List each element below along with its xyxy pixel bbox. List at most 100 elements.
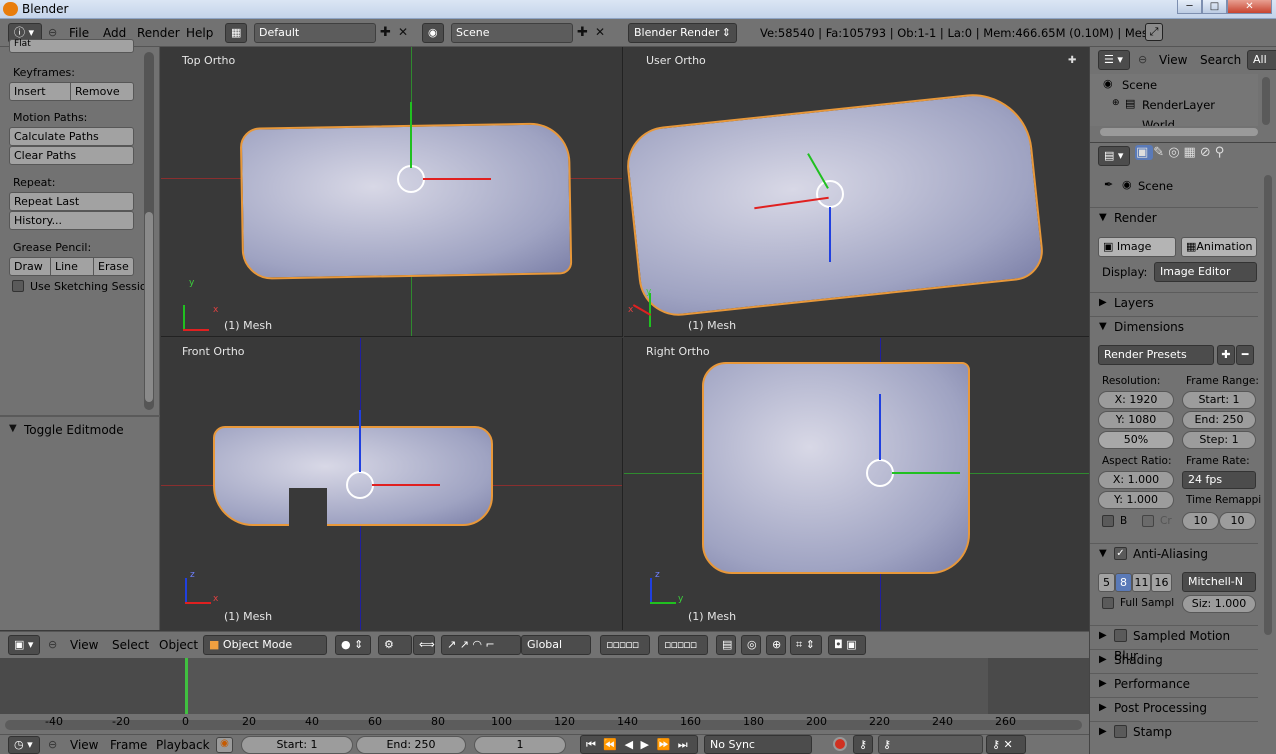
pivot-point-dropdown[interactable]: ⚙ (378, 635, 412, 655)
render-presets-dropdown[interactable]: Render Presets (1098, 345, 1214, 365)
border-checkbox[interactable] (1102, 515, 1114, 527)
render-image-button[interactable]: ▣ Image (1098, 237, 1176, 257)
outliner-hscrollbar[interactable] (1100, 128, 1258, 136)
insert-delete-keyframe-icons[interactable]: ⚷ ✕ (986, 735, 1026, 754)
viewport-right-ortho[interactable]: Right Ortho y z (1) Mesh (624, 338, 1089, 630)
pin-icon[interactable]: ✒ (1104, 178, 1113, 191)
properties-scrollbar[interactable] (1264, 175, 1272, 635)
scene-icon[interactable]: ◉ (422, 23, 444, 43)
full-sample-checkbox[interactable] (1102, 597, 1114, 609)
resolution-percent-field[interactable]: 50% (1098, 431, 1174, 449)
3d-cursor[interactable] (866, 459, 894, 487)
flat-button[interactable]: Flat (9, 39, 134, 53)
screen-layout-icon[interactable]: ▦ (225, 23, 247, 43)
menu-playback[interactable]: Playback (156, 738, 210, 752)
outliner-filter-dropdown[interactable]: All Sc (1247, 50, 1276, 70)
layers-grid[interactable]: ▫▫▫▫▫ (600, 635, 650, 655)
display-dropdown[interactable]: Image Editor (1154, 262, 1257, 282)
z-manipulator-arrow[interactable] (829, 207, 831, 262)
menu-select[interactable]: Select (112, 638, 149, 652)
timeline-ruler[interactable]: -40 -20 0 20 40 60 80 100 120 140 160 18… (0, 714, 1089, 734)
menu-search[interactable]: Search (1200, 53, 1241, 67)
minimize-button[interactable]: ─ (1177, 0, 1202, 14)
timeline-area[interactable] (0, 658, 1089, 714)
scene-name-field[interactable]: Scene (451, 23, 573, 43)
aa-samples-8[interactable]: 8 (1115, 573, 1132, 592)
current-frame-marker[interactable] (185, 658, 188, 714)
3d-cursor[interactable] (816, 180, 844, 208)
maximize-button[interactable]: □ (1202, 0, 1227, 14)
motion-blur-checkbox[interactable] (1114, 629, 1127, 642)
menu-help[interactable]: Help (186, 26, 213, 40)
mode-dropdown[interactable]: ■ Object Mode (203, 635, 327, 655)
resolution-y-field[interactable]: Y: 1080 (1098, 411, 1174, 429)
dimensions-panel-header[interactable]: ▼ Dimensions (1090, 316, 1258, 338)
render-preview-icon[interactable]: ◘ ▣ (828, 635, 866, 655)
viewport-top-ortho[interactable]: Top Ortho y x (1) Mesh (161, 47, 623, 337)
snap-element-dropdown[interactable]: ⌗ ⇕ (790, 635, 822, 655)
filter-size-field[interactable]: Siz: 1.000 (1182, 595, 1256, 613)
viewport-user-ortho[interactable]: User Ortho ✚ y x (1) Mesh (624, 47, 1089, 337)
collapse-icon[interactable]: ⊖ (1138, 53, 1147, 66)
expand-triangle-icon[interactable]: ▼ (9, 423, 17, 434)
anti-aliasing-checkbox[interactable]: ✓ (1114, 547, 1127, 560)
draw-button[interactable]: Draw (9, 257, 51, 276)
crop-checkbox[interactable] (1142, 515, 1154, 527)
calculate-paths-button[interactable]: Calculate Paths (9, 127, 134, 146)
aa-samples-11[interactable]: 11 (1132, 573, 1151, 592)
remove-scene-icon[interactable]: ✕ (595, 25, 605, 39)
anti-aliasing-panel-header[interactable]: ▼ ✓ Anti-Aliasing (1090, 543, 1258, 565)
editor-type-properties-icon[interactable]: ▤ ▾ (1098, 146, 1130, 166)
sketching-checkbox[interactable] (12, 280, 24, 292)
y-manipulator-arrow[interactable] (892, 472, 960, 474)
outliner-vscrollbar[interactable] (1262, 77, 1270, 125)
render-engine-dropdown[interactable]: Blender Render ⇕ (628, 23, 737, 43)
menu-render[interactable]: Render (137, 26, 180, 40)
mesh-object[interactable] (702, 362, 970, 574)
post-processing-panel-header[interactable]: ▶ Post Processing (1090, 697, 1258, 719)
active-keying-set-field[interactable]: ⚷ (878, 735, 983, 754)
x-manipulator-arrow[interactable] (372, 484, 440, 486)
3d-cursor[interactable] (397, 165, 425, 193)
collapse-icon[interactable]: ⊖ (48, 638, 57, 651)
stamp-panel-header[interactable]: ▶ Stamp (1090, 721, 1258, 743)
history-button[interactable]: History... (9, 211, 134, 230)
viewport-front-ortho[interactable]: Front Ortho x z (1) Mesh (161, 338, 623, 630)
transform-manipulators[interactable]: ↗ ↗ ◠ ⌐ (441, 635, 521, 655)
y-manipulator-arrow[interactable] (410, 102, 412, 168)
proportional-edit-icon[interactable]: ◎ (741, 635, 761, 655)
snap-toggle-icon[interactable]: ⊕ (766, 635, 786, 655)
keyframe-type-icon[interactable]: ⚷ (853, 735, 873, 754)
motion-blur-panel-header[interactable]: ▶ Sampled Motion Blur (1090, 625, 1258, 663)
end-frame-field[interactable]: End: 250 (356, 736, 466, 754)
menu-object[interactable]: Object (159, 638, 198, 652)
record-icon[interactable] (833, 737, 847, 751)
frame-step-field[interactable]: Step: 1 (1182, 431, 1256, 449)
collapse-icon[interactable]: ⊖ (48, 738, 57, 751)
remove-preset-icon[interactable]: ━ (1236, 345, 1254, 365)
properties-context-tabs[interactable]: ▣✎◎▦⊘⚲ (1135, 145, 1275, 165)
repeat-last-button[interactable]: Repeat Last (9, 192, 134, 211)
outliner-scene[interactable]: Scene (1122, 78, 1157, 92)
menu-view[interactable]: View (70, 638, 98, 652)
3d-cursor[interactable] (346, 471, 374, 499)
start-frame-field[interactable]: Start: 1 (241, 736, 353, 754)
menu-view[interactable]: View (1159, 53, 1187, 67)
manipulator-toggle-icon[interactable]: ⟺ (413, 635, 435, 655)
aspect-x-field[interactable]: X: 1.000 (1098, 471, 1174, 489)
corner-plus-icon[interactable]: ✚ (1068, 55, 1076, 66)
screen-name-field[interactable]: Default (254, 23, 376, 43)
performance-panel-header[interactable]: ▶ Performance (1090, 673, 1258, 695)
editor-type-timeline-icon[interactable]: ◷ ▾ (8, 736, 40, 754)
playback-controls[interactable]: ⏮ ⏪ ◀ ▶ ⏩ ⏭ (580, 735, 698, 754)
mesh-object[interactable] (239, 122, 573, 280)
aa-samples-5[interactable]: 5 (1098, 573, 1115, 592)
keying-set-icon[interactable]: ◉ (216, 737, 233, 753)
aspect-y-field[interactable]: Y: 1.000 (1098, 491, 1174, 509)
remove-keyframe-button[interactable]: Remove (70, 82, 134, 101)
toggle-editmode-label[interactable]: Toggle Editmode (24, 423, 124, 437)
add-screen-icon[interactable]: ✚ (380, 25, 391, 40)
remap-old-field[interactable]: 10 (1182, 512, 1219, 530)
render-panel-header[interactable]: ▼ Render (1090, 207, 1258, 229)
menu-view[interactable]: View (70, 738, 98, 752)
